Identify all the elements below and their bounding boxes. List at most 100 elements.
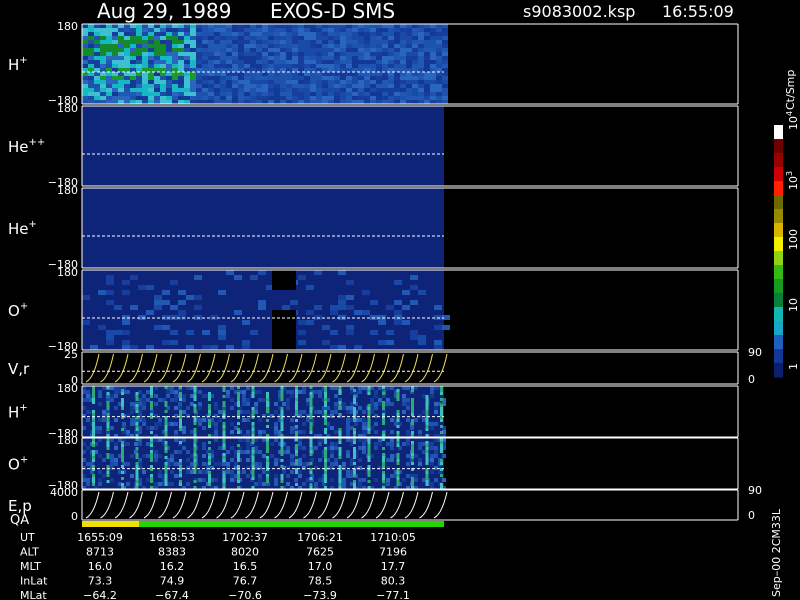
heatmap-cell [424, 28, 430, 32]
heatmap-cell [106, 392, 110, 395]
heatmap-cell [353, 398, 356, 401]
heatmap-cell [434, 386, 438, 390]
heatmap-cell [154, 438, 158, 442]
colorbar-swatch [774, 209, 783, 224]
heatmap-cell [124, 36, 130, 40]
heatmap-cell [418, 72, 424, 76]
heatmap-cell [114, 442, 118, 446]
heatmap-cell [244, 88, 250, 92]
heatmap-cell [295, 431, 298, 434]
heatmap-cell [418, 96, 424, 100]
panel-cells [82, 24, 448, 104]
heatmap-cell [146, 345, 154, 350]
heatmap-cell [190, 402, 194, 406]
heatmap-cell [302, 410, 306, 414]
heatmap-cell [262, 28, 268, 32]
heatmap-cell [430, 482, 434, 486]
heatmap-cell [170, 398, 174, 402]
heatmap-cell [334, 100, 340, 104]
heatmap-cell [424, 48, 430, 52]
heatmap-cell [190, 76, 196, 80]
heatmap-cell [202, 84, 208, 88]
heatmap-cell [314, 390, 318, 394]
heatmap-cell [154, 92, 160, 96]
heatmap-cell [400, 52, 406, 56]
heatmap-cell [222, 444, 226, 447]
heatmap-cell [242, 450, 246, 454]
heatmap-cell [358, 32, 364, 36]
heatmap-cell [166, 60, 172, 64]
heatmap-cell [418, 446, 422, 450]
heatmap-cell [400, 60, 406, 64]
heatmap-cell [295, 459, 298, 462]
heatmap-cell [440, 441, 443, 444]
heatmap-cell [230, 386, 234, 390]
heatmap-cell [367, 480, 371, 483]
heatmap-cell [298, 458, 302, 462]
heatmap-cell [124, 24, 130, 28]
heatmap-cell [150, 431, 153, 434]
heatmap-cell [136, 60, 142, 64]
heatmap-cell [280, 480, 284, 483]
heatmap-cell [178, 68, 184, 72]
heatmap-cell [142, 36, 148, 40]
heatmap-cell [324, 477, 327, 480]
heatmap-cell [340, 80, 346, 84]
heatmap-cell [226, 56, 232, 60]
ephemeris-value: −64.2 [83, 589, 117, 600]
heatmap-cell [328, 88, 334, 92]
heatmap-cell [226, 450, 230, 454]
heatmap-cell [378, 386, 382, 390]
heatmap-cell [274, 458, 278, 462]
heatmap-cell [130, 24, 136, 28]
heatmap-cell [268, 48, 274, 52]
heatmap-cell [98, 482, 102, 486]
heatmap-cell [170, 280, 178, 285]
heatmap-cell [280, 459, 284, 462]
heatmap-cell [274, 64, 280, 68]
heatmap-cell [306, 310, 314, 315]
heatmap-cell [280, 96, 286, 100]
heatmap-cell [214, 462, 218, 466]
colorbar-swatch [774, 293, 783, 308]
heatmap-cell [179, 413, 182, 416]
heatmap-cell [316, 36, 322, 40]
heatmap-cell [309, 471, 313, 474]
heatmap-cell [232, 32, 238, 36]
heatmap-cell [353, 453, 356, 456]
heatmap-cell [179, 480, 182, 483]
heatmap-cell [382, 459, 385, 462]
heatmap-cell [226, 24, 232, 28]
heatmap-cell [172, 44, 178, 48]
heatmap-cell [298, 60, 304, 64]
heatmap-cell [114, 446, 118, 450]
heatmap-cell [292, 48, 298, 52]
heatmap-cell [338, 407, 342, 410]
heatmap-cell [94, 68, 100, 72]
heatmap-cell [304, 76, 310, 80]
heatmap-cell [358, 88, 364, 92]
heatmap-cell [94, 32, 100, 36]
heatmap-cell [328, 36, 334, 40]
heatmap-cell [316, 28, 322, 32]
heatmap-cell [324, 410, 327, 413]
heatmap-cell [376, 32, 382, 36]
heatmap-cell [292, 92, 298, 96]
heatmap-cell [226, 32, 232, 36]
heatmap-cell [214, 52, 220, 56]
heatmap-cell [258, 462, 262, 466]
heatmap-cell [280, 72, 286, 76]
heatmap-cell [182, 410, 186, 414]
heatmap-cell [214, 406, 218, 410]
colorbar-tick: 103 [785, 171, 800, 190]
heatmap-cell [142, 44, 148, 48]
heatmap-cell [352, 88, 358, 92]
heatmap-cell [388, 68, 394, 72]
heatmap-cell [214, 80, 220, 84]
heatmap-cell [262, 398, 266, 402]
heatmap-cell [106, 335, 114, 340]
heatmap-cell [374, 478, 378, 482]
heatmap-cell [86, 462, 90, 466]
heatmap-cell [170, 458, 174, 462]
heatmap-cell [400, 92, 406, 96]
